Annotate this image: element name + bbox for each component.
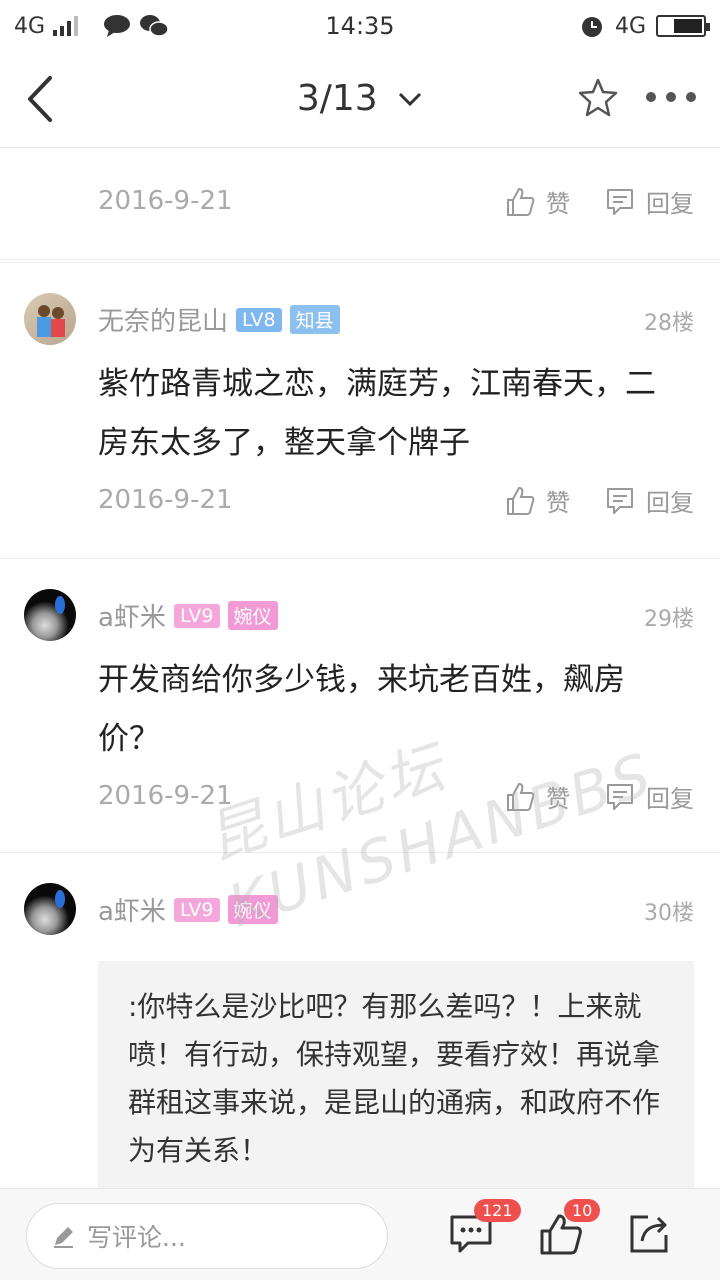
comment-icon [607, 188, 633, 215]
post-date: 2016-9-21 [98, 186, 233, 216]
like-label: 赞 [546, 190, 570, 218]
post-actions: 赞 回复 [504, 779, 694, 814]
reply-button[interactable]: 回复 [604, 483, 694, 518]
level-badge: LV9 [173, 603, 220, 628]
post-text: 开发商给你多少钱，来坑老百姓，飙房价？ [98, 662, 625, 757]
comment-input[interactable]: 写评论... [26, 1203, 388, 1269]
list-item: a虾米 LV9 婉仪 30楼 :你特么是沙比吧？有那么差吗？！上来就喷！有行动，… [0, 852, 720, 1188]
username[interactable]: a虾米 [98, 891, 166, 928]
comment-icon [607, 783, 633, 810]
user-info[interactable]: 无奈的昆山 LV8 知县 [98, 301, 340, 338]
username[interactable]: a虾米 [98, 597, 166, 634]
share-icon[interactable] [626, 1211, 672, 1257]
user-info[interactable]: a虾米 LV9 婉仪 [98, 597, 278, 634]
reply-label: 回复 [646, 190, 694, 218]
like-button[interactable]: 赞 [504, 184, 570, 219]
status-bar: 4G 14:35 4G [0, 0, 720, 52]
floor-number: 29楼 [644, 607, 694, 632]
like-button[interactable]: 赞 [504, 483, 570, 518]
avatar[interactable] [24, 293, 76, 345]
post-actions: 赞 回复 [504, 184, 694, 219]
comment-icon [607, 487, 633, 514]
quoted-reply: :你特么是沙比吧？有那么差吗？！上来就喷！有行动，保持观望，要看疗效！再说拿群租… [98, 961, 694, 1188]
post-text: 紫竹路青城之恋，满庭芳，江南春天，二房东太多了，整天拿个牌子 [98, 366, 656, 461]
like-count-badge: 10 [564, 1199, 601, 1222]
username[interactable]: 无奈的昆山 [98, 301, 228, 338]
chevron-down-icon [399, 92, 422, 107]
list-item: a虾米 LV9 婉仪 29楼 开发商给你多少钱，来坑老百姓，飙房价？ 2016-… [0, 558, 720, 852]
thumbs-up-icon [507, 187, 535, 216]
more-options-icon[interactable] [646, 92, 696, 102]
comment-placeholder: 写评论... [87, 1223, 186, 1252]
level-badge: LV9 [173, 897, 220, 922]
post-list[interactable]: 2016-9-21 赞 回复 无奈的昆山 LV8 知县 28楼 紫竹路青城之恋，… [0, 148, 720, 1188]
favorite-star-icon[interactable] [576, 76, 620, 120]
reply-button[interactable]: 回复 [604, 779, 694, 814]
post-date: 2016-9-21 [98, 485, 233, 515]
thumbs-up-icon [507, 486, 535, 515]
battery-icon [656, 15, 710, 37]
avatar[interactable] [24, 883, 76, 935]
list-item: 无奈的昆山 LV8 知县 28楼 紫竹路青城之恋，满庭芳，江南春天，二房东太多了… [0, 262, 720, 558]
like-label: 赞 [546, 489, 570, 517]
page-indicator: 3/13 [296, 78, 378, 119]
post-actions: 赞 回复 [504, 483, 694, 518]
bottom-bar: 写评论... 121 10 [0, 1188, 720, 1280]
clock: 14:35 [325, 12, 395, 40]
reply-label: 回复 [646, 785, 694, 813]
avatar[interactable] [24, 589, 76, 641]
like-button[interactable]: 赞 [504, 779, 570, 814]
level-badge: LV8 [236, 307, 282, 332]
user-info[interactable]: a虾米 LV9 婉仪 [98, 891, 278, 928]
list-item: 2016-9-21 赞 回复 [0, 148, 720, 260]
like-label: 赞 [546, 785, 570, 813]
floor-number: 28楼 [644, 311, 694, 336]
floor-number: 30楼 [644, 901, 694, 926]
post-date: 2016-9-21 [98, 781, 233, 811]
thumbs-up-icon [507, 782, 535, 811]
reply-label: 回复 [646, 489, 694, 517]
pencil-icon [54, 1227, 73, 1248]
title-badge: 知县 [289, 305, 340, 334]
nav-bar: 3/13 [0, 52, 720, 148]
comment-count-badge: 121 [474, 1199, 521, 1222]
reply-button[interactable]: 回复 [604, 184, 694, 219]
title-badge: 婉仪 [227, 601, 278, 630]
title-badge: 婉仪 [227, 895, 278, 924]
